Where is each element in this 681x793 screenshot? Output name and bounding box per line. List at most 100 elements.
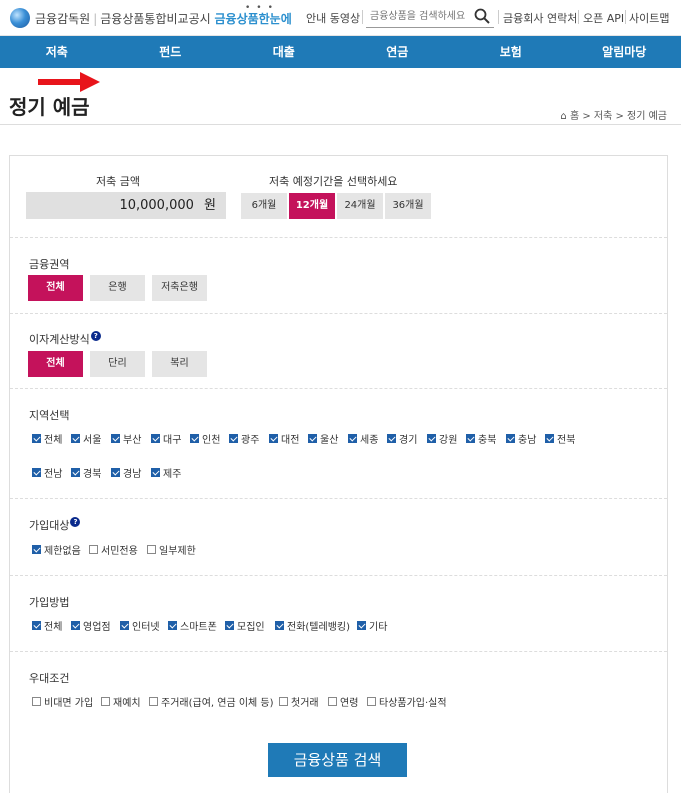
checkbox-box[interactable] <box>32 697 41 706</box>
checkbox-box[interactable] <box>348 434 357 443</box>
checkbox-box[interactable] <box>427 434 436 443</box>
checkbox-box[interactable] <box>229 434 238 443</box>
breadcrumb-text[interactable]: 홈 > 저축 > 정기 예금 <box>570 111 667 122</box>
period-6m-button[interactable]: 6개월 <box>241 193 287 219</box>
checkbox-box[interactable] <box>32 545 41 554</box>
method-checkbox-1[interactable]: 영업점 <box>71 618 111 633</box>
interest-all-button[interactable]: 전체 <box>28 351 83 377</box>
checkbox-box[interactable] <box>71 434 80 443</box>
checkbox-box[interactable] <box>168 621 177 630</box>
checkbox-box[interactable] <box>32 434 41 443</box>
checkbox-box[interactable] <box>32 468 41 477</box>
region-checkbox-2[interactable]: 부산 <box>111 431 141 446</box>
period-24m-button[interactable]: 24개월 <box>337 193 383 219</box>
method-checkbox-4[interactable]: 모집인 <box>225 618 265 633</box>
benefit-checkbox-3[interactable]: 첫거래 <box>279 694 319 709</box>
method-checkbox-6[interactable]: 기타 <box>357 618 387 633</box>
benefit-checkbox-1[interactable]: 재예치 <box>101 694 141 709</box>
checkbox-box[interactable] <box>151 434 160 443</box>
region-checkbox-10[interactable]: 강원 <box>427 431 457 446</box>
method-checkbox-5[interactable]: 전화(텔레뱅킹) <box>275 618 350 633</box>
checkbox-box[interactable] <box>120 621 129 630</box>
guide-video-link[interactable]: 안내 동영상 <box>306 10 360 26</box>
product-search-button[interactable]: 금융상품 검색 <box>268 743 407 777</box>
contact-link[interactable]: 금융회사 연락처 <box>503 10 577 26</box>
region-checkbox-5[interactable]: 광주 <box>229 431 259 446</box>
checkbox-box[interactable] <box>71 621 80 630</box>
nav-loan[interactable]: 대출 <box>227 36 341 68</box>
checkbox-box[interactable] <box>147 545 156 554</box>
nav-savings[interactable]: 저축 <box>0 36 114 68</box>
checkbox-box[interactable] <box>275 621 284 630</box>
checkbox-box[interactable] <box>466 434 475 443</box>
benefit-checkbox-0[interactable]: 비대면 가입 <box>32 694 93 709</box>
region-checkbox-8[interactable]: 세종 <box>348 431 378 446</box>
interest-simple-button[interactable]: 단리 <box>90 351 145 377</box>
period-12m-button[interactable]: 12개월 <box>289 193 335 219</box>
region-checkbox-1[interactable]: 서울 <box>71 431 101 446</box>
checkbox-box[interactable] <box>32 621 41 630</box>
checkbox-box[interactable] <box>308 434 317 443</box>
sitemap-link[interactable]: 사이트맵 <box>629 10 669 26</box>
brand-service[interactable]: 금융상품한눈에 <box>214 12 291 26</box>
open-api-link[interactable]: 오픈 API <box>583 10 624 26</box>
home-icon[interactable]: ⌂ <box>560 111 566 122</box>
brand-compare[interactable]: 금융상품통합비교공시 <box>100 12 210 26</box>
interest-compound-button[interactable]: 복리 <box>152 351 207 377</box>
checkbox-box[interactable] <box>506 434 515 443</box>
help-icon[interactable]: ? <box>90 331 101 341</box>
nav-insurance[interactable]: 보험 <box>454 36 568 68</box>
region-checkbox-9[interactable]: 경기 <box>387 431 417 446</box>
checkbox-box[interactable] <box>269 434 278 443</box>
benefit-checkbox-5[interactable]: 타상품가입·실적 <box>367 694 447 709</box>
benefit-checkbox-2[interactable]: 주거래(급여, 연금 이체 등) <box>149 694 274 709</box>
region-checkbox-3[interactable]: 대구 <box>151 431 181 446</box>
nav-fund[interactable]: 펀드 <box>114 36 228 68</box>
period-36m-button[interactable]: 36개월 <box>385 193 431 219</box>
search-icon[interactable] <box>474 8 490 24</box>
checkbox-box[interactable] <box>149 697 158 706</box>
sector-all-button[interactable]: 전체 <box>28 275 83 301</box>
nav-pension[interactable]: 연금 <box>341 36 455 68</box>
region2-checkbox-3[interactable]: 제주 <box>151 465 181 480</box>
checkbox-box[interactable] <box>279 697 288 706</box>
checkbox-box[interactable] <box>387 434 396 443</box>
method-checkbox-3[interactable]: 스마트폰 <box>168 618 217 633</box>
region-checkbox-7[interactable]: 울산 <box>308 431 338 446</box>
region-checkbox-6[interactable]: 대전 <box>269 431 299 446</box>
checkbox-box[interactable] <box>545 434 554 443</box>
checkbox-box[interactable] <box>101 697 110 706</box>
checkbox-box[interactable] <box>111 434 120 443</box>
checkbox-box[interactable] <box>190 434 199 443</box>
target-checkbox-0[interactable]: 제한없음 <box>32 542 81 557</box>
help-icon[interactable]: ? <box>70 517 81 527</box>
brand-fss[interactable]: 금융감독원 <box>35 12 90 26</box>
method-checkbox-0[interactable]: 전체 <box>32 618 62 633</box>
sector-savings-bank-button[interactable]: 저축은행 <box>152 275 207 301</box>
region-checkbox-11[interactable]: 충북 <box>466 431 496 446</box>
target-checkbox-2[interactable]: 일부제한 <box>147 542 196 557</box>
checkbox-box[interactable] <box>89 545 98 554</box>
region-checkbox-0[interactable]: 전체 <box>32 431 62 446</box>
search-input[interactable] <box>366 6 466 26</box>
region2-checkbox-0[interactable]: 전남 <box>32 465 62 480</box>
region-checkbox-12[interactable]: 충남 <box>506 431 536 446</box>
region2-checkbox-1[interactable]: 경북 <box>71 465 101 480</box>
checkbox-box[interactable] <box>151 468 160 477</box>
region-checkbox-4[interactable]: 인천 <box>190 431 220 446</box>
checkbox-box[interactable] <box>111 468 120 477</box>
sector-bank-button[interactable]: 은행 <box>90 275 145 301</box>
checkbox-box[interactable] <box>357 621 366 630</box>
region-checkbox-13[interactable]: 전북 <box>545 431 575 446</box>
target-checkbox-1[interactable]: 서민전용 <box>89 542 138 557</box>
checkbox-box[interactable] <box>328 697 337 706</box>
amount-input[interactable]: 10,000,000 원 <box>26 192 226 219</box>
nav-notice[interactable]: 알림마당 <box>568 36 681 68</box>
checkbox-box[interactable] <box>71 468 80 477</box>
region2-checkbox-2[interactable]: 경남 <box>111 465 141 480</box>
method-checkbox-2[interactable]: 인터넷 <box>120 618 160 633</box>
benefit-checkbox-4[interactable]: 연령 <box>328 694 358 709</box>
checkbox-box[interactable] <box>225 621 234 630</box>
checkbox-box[interactable] <box>367 697 376 706</box>
globe-logo-icon[interactable] <box>10 8 30 28</box>
